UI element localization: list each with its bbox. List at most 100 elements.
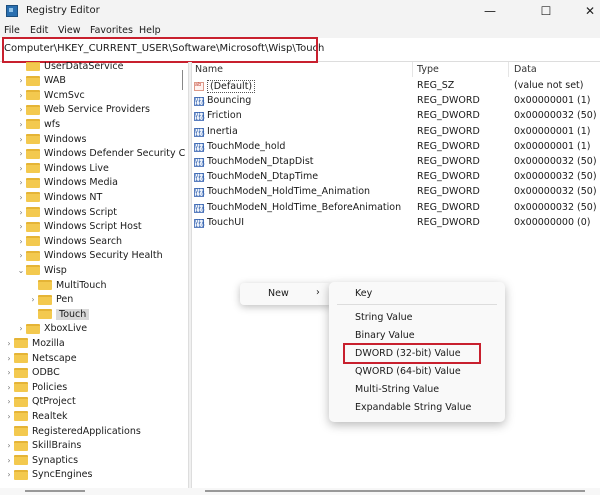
tree-item[interactable]: › WcmSvc (16, 88, 84, 102)
column-header-data[interactable]: Data (514, 64, 537, 75)
tree-item[interactable]: › Windows Live (16, 161, 109, 175)
chevron-right-icon[interactable]: › (4, 456, 14, 465)
value-row[interactable]: 011 110 TouchUI REG_DWORD 0x00000000 (0) (192, 216, 600, 231)
chevron-right-icon[interactable]: › (16, 324, 26, 333)
chevron-right-icon[interactable]: › (4, 368, 14, 377)
tree-item[interactable]: ⌄ Wisp (16, 263, 67, 277)
chevron-right-icon[interactable]: › (16, 193, 26, 202)
chevron-right-icon[interactable]: › (4, 470, 14, 479)
menu-edit[interactable]: Edit (30, 25, 48, 36)
menu-item-multi-string-value[interactable]: Multi-String Value (355, 384, 439, 395)
chevron-right-icon[interactable]: › (4, 441, 14, 450)
chevron-right-icon[interactable]: › (16, 208, 26, 217)
folder-icon (38, 309, 52, 320)
chevron-right-icon[interactable]: › (4, 354, 14, 363)
tree-horizontal-scrollbar[interactable] (25, 490, 85, 492)
tree-scrollbar[interactable] (182, 70, 183, 90)
tree-item[interactable]: Touch (28, 307, 90, 321)
chevron-right-icon[interactable]: › (16, 222, 26, 231)
value-data: 0x00000000 (0) (514, 216, 591, 228)
chevron-right-icon[interactable]: › (16, 135, 26, 144)
tree-item-label: QtProject (32, 396, 76, 408)
chevron-right-icon[interactable]: › (16, 251, 26, 260)
tree-item-label: Windows Live (44, 162, 109, 174)
tree-item-label: XboxLive (44, 323, 88, 335)
value-row[interactable]: 011 110 TouchModeN_DtapTime REG_DWORD 0x0000… (192, 170, 600, 185)
tree-item[interactable]: › Netscape (4, 351, 76, 365)
tree-item[interactable]: › Windows Search (16, 234, 122, 248)
value-type: REG_DWORD (417, 171, 480, 183)
tree-item[interactable]: › WAB (16, 74, 66, 88)
chevron-right-icon[interactable]: › (16, 164, 26, 173)
menu-favorites[interactable]: Favorites (90, 25, 133, 36)
value-type: REG_SZ (417, 80, 455, 91)
tree-item[interactable]: RegisteredApplications (4, 424, 141, 438)
menu-item-expandable-string-value[interactable]: Expandable String Value (355, 402, 471, 413)
tree-item[interactable]: › Synaptics (4, 453, 78, 467)
chevron-right-icon[interactable]: › (4, 397, 14, 406)
tree-item[interactable]: › SkillBrains (4, 439, 81, 453)
tree-item[interactable]: › ODBC (4, 366, 59, 380)
tree-item[interactable]: › Windows NT (16, 190, 102, 204)
address-highlight-box (2, 37, 318, 63)
column-divider[interactable] (412, 62, 413, 77)
chevron-right-icon[interactable]: › (4, 383, 14, 392)
menu-item-qword-value[interactable]: QWORD (64-bit) Value (355, 366, 461, 377)
value-type: REG_DWORD (417, 156, 480, 167)
tree-item-label: Realtek (32, 410, 68, 422)
menu-item-binary-value[interactable]: Binary Value (355, 330, 415, 341)
tree-item[interactable]: › SyncEngines (4, 468, 92, 482)
value-type: REG_DWORD (417, 125, 480, 137)
chevron-right-icon[interactable]: › (16, 91, 26, 100)
chevron-right-icon[interactable]: › (16, 105, 26, 114)
tree-item[interactable]: › wfs (16, 117, 60, 131)
tree-item[interactable]: › Pen (28, 293, 73, 307)
column-header-type[interactable]: Type (417, 64, 439, 75)
tree-item[interactable]: › Windows Script Host (16, 220, 141, 234)
chevron-right-icon[interactable]: › (16, 178, 26, 187)
chevron-right-icon[interactable]: › (16, 237, 26, 246)
value-row[interactable]: ab (Default) REG_SZ (value not set) (192, 79, 600, 94)
tree-item[interactable]: › Web Service Providers (16, 103, 150, 117)
tree-item[interactable]: › QtProject (4, 395, 76, 409)
value-row[interactable]: 011 110 TouchModeN_HoldTime_Animation REG_D… (192, 185, 600, 200)
tree-item[interactable]: › Mozilla (4, 336, 64, 350)
tree-item[interactable]: › Windows Defender Security C (16, 147, 185, 161)
maximize-button[interactable]: ☐ (531, 2, 561, 20)
tree-item-label: Touch (56, 308, 90, 320)
chevron-right-icon[interactable]: › (28, 295, 38, 304)
tree-item[interactable]: UserDataService (16, 62, 123, 73)
minimize-button[interactable]: — (475, 2, 505, 20)
chevron-down-icon[interactable]: ⌄ (16, 266, 26, 275)
list-horizontal-scrollbar[interactable] (205, 490, 585, 492)
value-row[interactable]: 011 110 Friction REG_DWORD 0x00000032 (50) (192, 109, 600, 124)
chevron-right-icon[interactable]: › (4, 339, 14, 348)
menu-item-string-value[interactable]: String Value (355, 312, 412, 323)
value-row[interactable]: 011 110 TouchMode_hold REG_DWORD 0x00000001 … (192, 140, 600, 155)
value-row[interactable]: 011 110 TouchModeN_DtapDist REG_DWORD 0x0000… (192, 155, 600, 170)
value-row[interactable]: 011 110 Bouncing REG_DWORD 0x00000001 (1) (192, 94, 600, 109)
tree-item-label: Windows Media (44, 177, 118, 189)
tree-item[interactable]: › Windows Media (16, 176, 118, 190)
tree-item[interactable]: › XboxLive (16, 322, 87, 336)
close-button[interactable]: ✕ (575, 2, 600, 20)
value-row[interactable]: 011 110 TouchModeN_HoldTime_BeforeAnimatio… (192, 201, 600, 216)
menu-item-new[interactable]: New (268, 288, 289, 299)
column-divider[interactable] (508, 62, 509, 77)
menu-file[interactable]: File (4, 25, 20, 36)
chevron-right-icon[interactable]: › (16, 120, 26, 129)
tree-item[interactable]: MultiTouch (28, 278, 107, 292)
tree-item[interactable]: › Windows (16, 132, 86, 146)
menu-help[interactable]: Help (139, 25, 161, 36)
chevron-right-icon[interactable]: › (4, 412, 14, 421)
chevron-right-icon[interactable]: › (16, 76, 26, 85)
column-header-name[interactable]: Name (195, 64, 223, 75)
tree-item[interactable]: › Policies (4, 380, 67, 394)
menu-view[interactable]: View (58, 25, 81, 36)
chevron-right-icon[interactable]: › (16, 149, 26, 158)
value-row[interactable]: 011 110 Inertia REG_DWORD 0x00000001 (1) (192, 125, 600, 140)
tree-item[interactable]: › Windows Security Health (16, 249, 162, 263)
menu-item-key[interactable]: Key (355, 288, 372, 299)
tree-item[interactable]: › Realtek (4, 409, 68, 423)
tree-item[interactable]: › Windows Script (16, 205, 117, 219)
